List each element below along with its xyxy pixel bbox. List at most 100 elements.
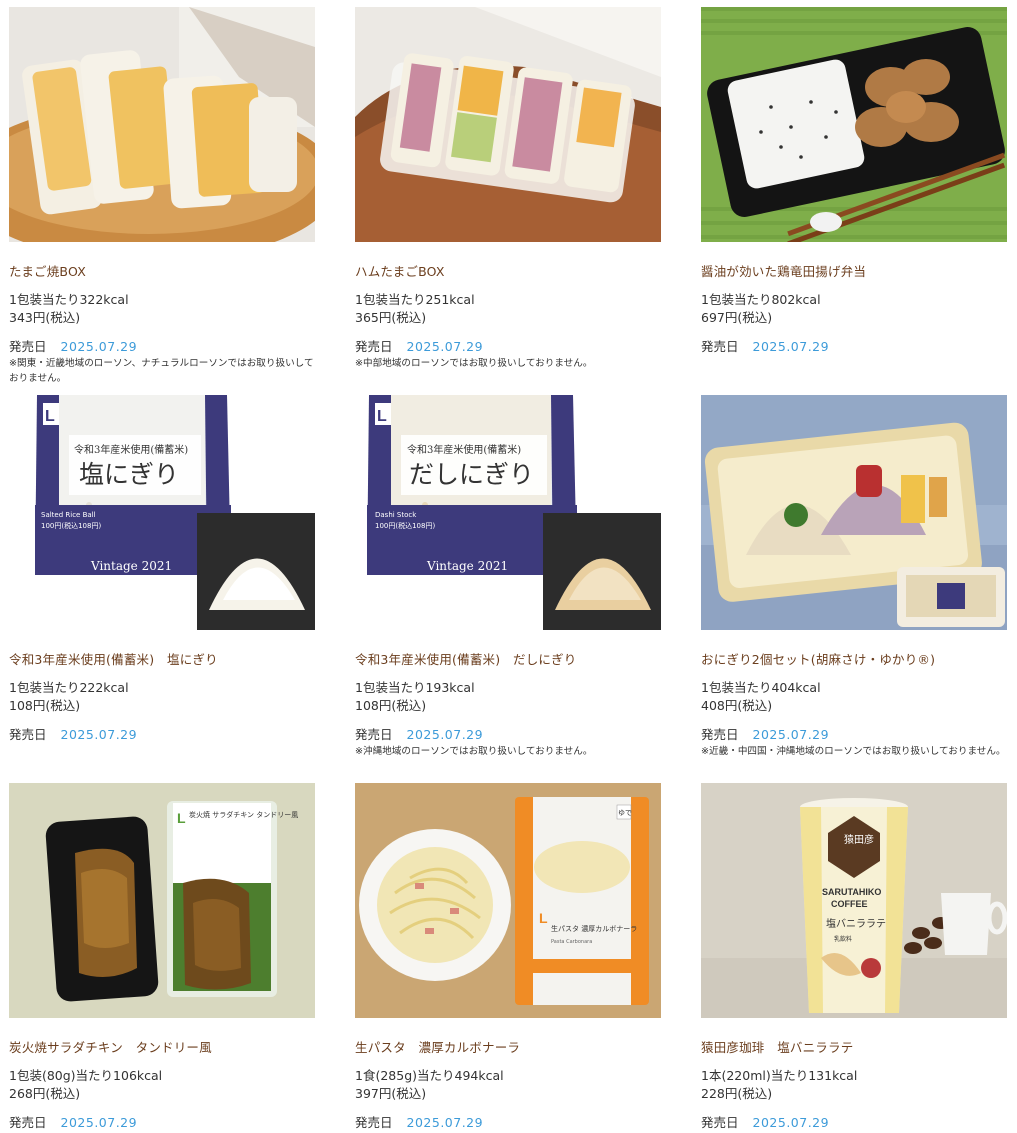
release-label: 発売日: [9, 1115, 47, 1130]
release-info: 発売日 2025.07.29: [355, 724, 483, 743]
product-name[interactable]: たまご焼BOX: [9, 261, 86, 280]
onigiri-set-image: [701, 395, 1007, 630]
release-date: 2025.07.29: [60, 1115, 138, 1130]
package-title: 塩にぎり: [79, 460, 179, 489]
package-vintage: Vintage 2021: [426, 559, 508, 573]
product-grid: たまご焼BOX 1包装当たり322kcal 343円(税込) 発売日 2025.0…: [0, 0, 1017, 1133]
product-name[interactable]: 生パスタ 濃厚カルボナーラ: [355, 1037, 520, 1056]
svg-text:L: L: [377, 408, 387, 425]
product-image[interactable]: ゆで L 生パスタ 濃厚カルボナーラ Pasta Carbonara: [355, 783, 661, 1018]
package-price: 100円(税込108円): [41, 521, 101, 530]
availability-note: ※関東・近畿地域のローソン、ナチュラルローソンではお取り扱いしておりません。: [9, 358, 314, 384]
product-name[interactable]: ハムたまごBOX: [355, 261, 445, 280]
product-calories: 1包装当たり193kcal: [355, 680, 475, 695]
package-subtitle: Salted Rice Ball: [41, 511, 96, 519]
product-price: 697円(税込): [701, 310, 773, 325]
package-top-text: 令和3年産米使用(備蓄米): [74, 443, 188, 456]
product-price: 268円(税込): [9, 1086, 81, 1101]
product-calories: 1包装(80g)当たり106kcal: [9, 1068, 163, 1083]
package-logo: 猿田彦: [844, 833, 874, 846]
package-title: 塩バニララテ: [826, 917, 886, 930]
product-price: 108円(税込): [9, 698, 81, 713]
svg-text:L: L: [177, 810, 186, 826]
product-name[interactable]: おにぎり2個セット(胡麻さけ・ゆかり®): [701, 649, 935, 668]
product-name[interactable]: 令和3年産米使用(備蓄米) だしにぎり: [355, 649, 577, 668]
product-price: 408円(税込): [701, 698, 773, 713]
availability-note: ※中部地域のローソンではお取り扱いしておりません。: [355, 358, 593, 369]
release-label: 発売日: [355, 339, 393, 354]
release-label: 発売日: [701, 1115, 739, 1130]
release-date: 2025.07.29: [60, 339, 138, 354]
product-image[interactable]: [701, 395, 1007, 630]
product-image[interactable]: [355, 7, 661, 242]
product-image[interactable]: L 炭火焼 サラダチキン タンドリー風: [9, 783, 315, 1018]
product-price: 343円(税込): [9, 310, 81, 325]
release-label: 発売日: [701, 339, 739, 354]
svg-text:L: L: [45, 408, 55, 425]
product-calories: 1包装当たり322kcal: [9, 292, 129, 307]
release-date: 2025.07.29: [752, 339, 830, 354]
release-info: 発売日 2025.07.29: [355, 1112, 483, 1131]
package-brand-line1: SARUTAHIKO: [822, 887, 881, 897]
release-info: 発売日 2025.07.29: [701, 336, 829, 355]
release-date: 2025.07.29: [60, 727, 138, 742]
product-image[interactable]: [9, 7, 315, 242]
product-calories: 1包装当たり404kcal: [701, 680, 821, 695]
dashi-nigiri-image: L 令和3年産米使用(備蓄米) だしにぎり Dashi Stock 100円(税…: [355, 395, 661, 630]
release-label: 発売日: [355, 1115, 393, 1130]
package-subtitle: Dashi Stock: [375, 511, 417, 519]
availability-note: ※近畿・中四国・沖縄地域のローソンではお取り扱いしておりません。: [701, 746, 1006, 757]
carbonara-image: ゆで L 生パスタ 濃厚カルボナーラ Pasta Carbonara: [355, 783, 661, 1018]
product-image[interactable]: L 令和3年産米使用(備蓄米) だしにぎり Dashi Stock 100円(税…: [355, 395, 661, 630]
sarutahiko-latte-image: 猿田彦 SARUTAHIKO COFFEE 塩バニララテ 乳飲料: [701, 783, 1007, 1018]
release-label: 発売日: [355, 727, 393, 742]
release-date: 2025.07.29: [406, 339, 484, 354]
release-date: 2025.07.29: [406, 727, 484, 742]
tamago-box-image: [9, 7, 315, 242]
product-name[interactable]: 猿田彦珈琲 塩バニララテ: [701, 1037, 853, 1056]
package-kind: 乳飲料: [834, 935, 852, 943]
package-tag: ゆで: [618, 809, 632, 817]
product-price: 108円(税込): [355, 698, 427, 713]
product-calories: 1包装当たり251kcal: [355, 292, 475, 307]
release-date: 2025.07.29: [406, 1115, 484, 1130]
product-image[interactable]: L 令和3年産米使用(備蓄米) 塩にぎり Salted Rice Ball 10…: [9, 395, 315, 630]
product-image[interactable]: 猿田彦 SARUTAHIKO COFFEE 塩バニララテ 乳飲料: [701, 783, 1007, 1018]
release-label: 発売日: [9, 727, 47, 742]
package-brand-line2: COFFEE: [831, 899, 868, 909]
release-label: 発売日: [9, 339, 47, 354]
release-info: 発売日 2025.07.29: [701, 1112, 829, 1131]
product-price: 228円(税込): [701, 1086, 773, 1101]
product-calories: 1包装当たり802kcal: [701, 292, 821, 307]
release-info: 発売日 2025.07.29: [9, 724, 137, 743]
availability-note: ※沖縄地域のローソンではお取り扱いしておりません。: [355, 746, 593, 757]
shio-nigiri-image: L 令和3年産米使用(備蓄米) 塩にぎり Salted Rice Ball 10…: [9, 395, 315, 630]
product-name[interactable]: 令和3年産米使用(備蓄米) 塩にぎり: [9, 649, 218, 668]
package-price: 100円(税込108円): [375, 521, 435, 530]
product-calories: 1包装当たり222kcal: [9, 680, 129, 695]
product-name[interactable]: 炭火焼サラダチキン タンドリー風: [9, 1037, 212, 1056]
svg-text:L: L: [539, 910, 548, 926]
package-title: 炭火焼 サラダチキン タンドリー風: [189, 810, 298, 819]
package-vintage: Vintage 2021: [90, 559, 172, 573]
product-price: 397円(税込): [355, 1086, 427, 1101]
release-info: 発売日 2025.07.29: [9, 336, 137, 355]
release-label: 発売日: [701, 727, 739, 742]
product-price: 365円(税込): [355, 310, 427, 325]
product-name[interactable]: 醤油が効いた鶏竜田揚げ弁当: [701, 261, 866, 280]
product-image[interactable]: [701, 7, 1007, 242]
package-subtitle: Pasta Carbonara: [551, 939, 592, 945]
product-calories: 1食(285g)当たり494kcal: [355, 1068, 504, 1083]
release-date: 2025.07.29: [752, 727, 830, 742]
ham-tamago-box-image: [355, 7, 661, 242]
release-info: 発売日 2025.07.29: [355, 336, 483, 355]
release-date: 2025.07.29: [752, 1115, 830, 1130]
package-title: だしにぎり: [409, 460, 534, 489]
salad-chicken-image: L 炭火焼 サラダチキン タンドリー風: [9, 783, 315, 1018]
package-title: 生パスタ 濃厚カルボナーラ: [551, 924, 637, 933]
karaage-bento-image: [701, 7, 1007, 242]
release-info: 発売日 2025.07.29: [701, 724, 829, 743]
release-info: 発売日 2025.07.29: [9, 1112, 137, 1131]
package-top-text: 令和3年産米使用(備蓄米): [407, 443, 521, 456]
product-calories: 1本(220ml)当たり131kcal: [701, 1068, 858, 1083]
